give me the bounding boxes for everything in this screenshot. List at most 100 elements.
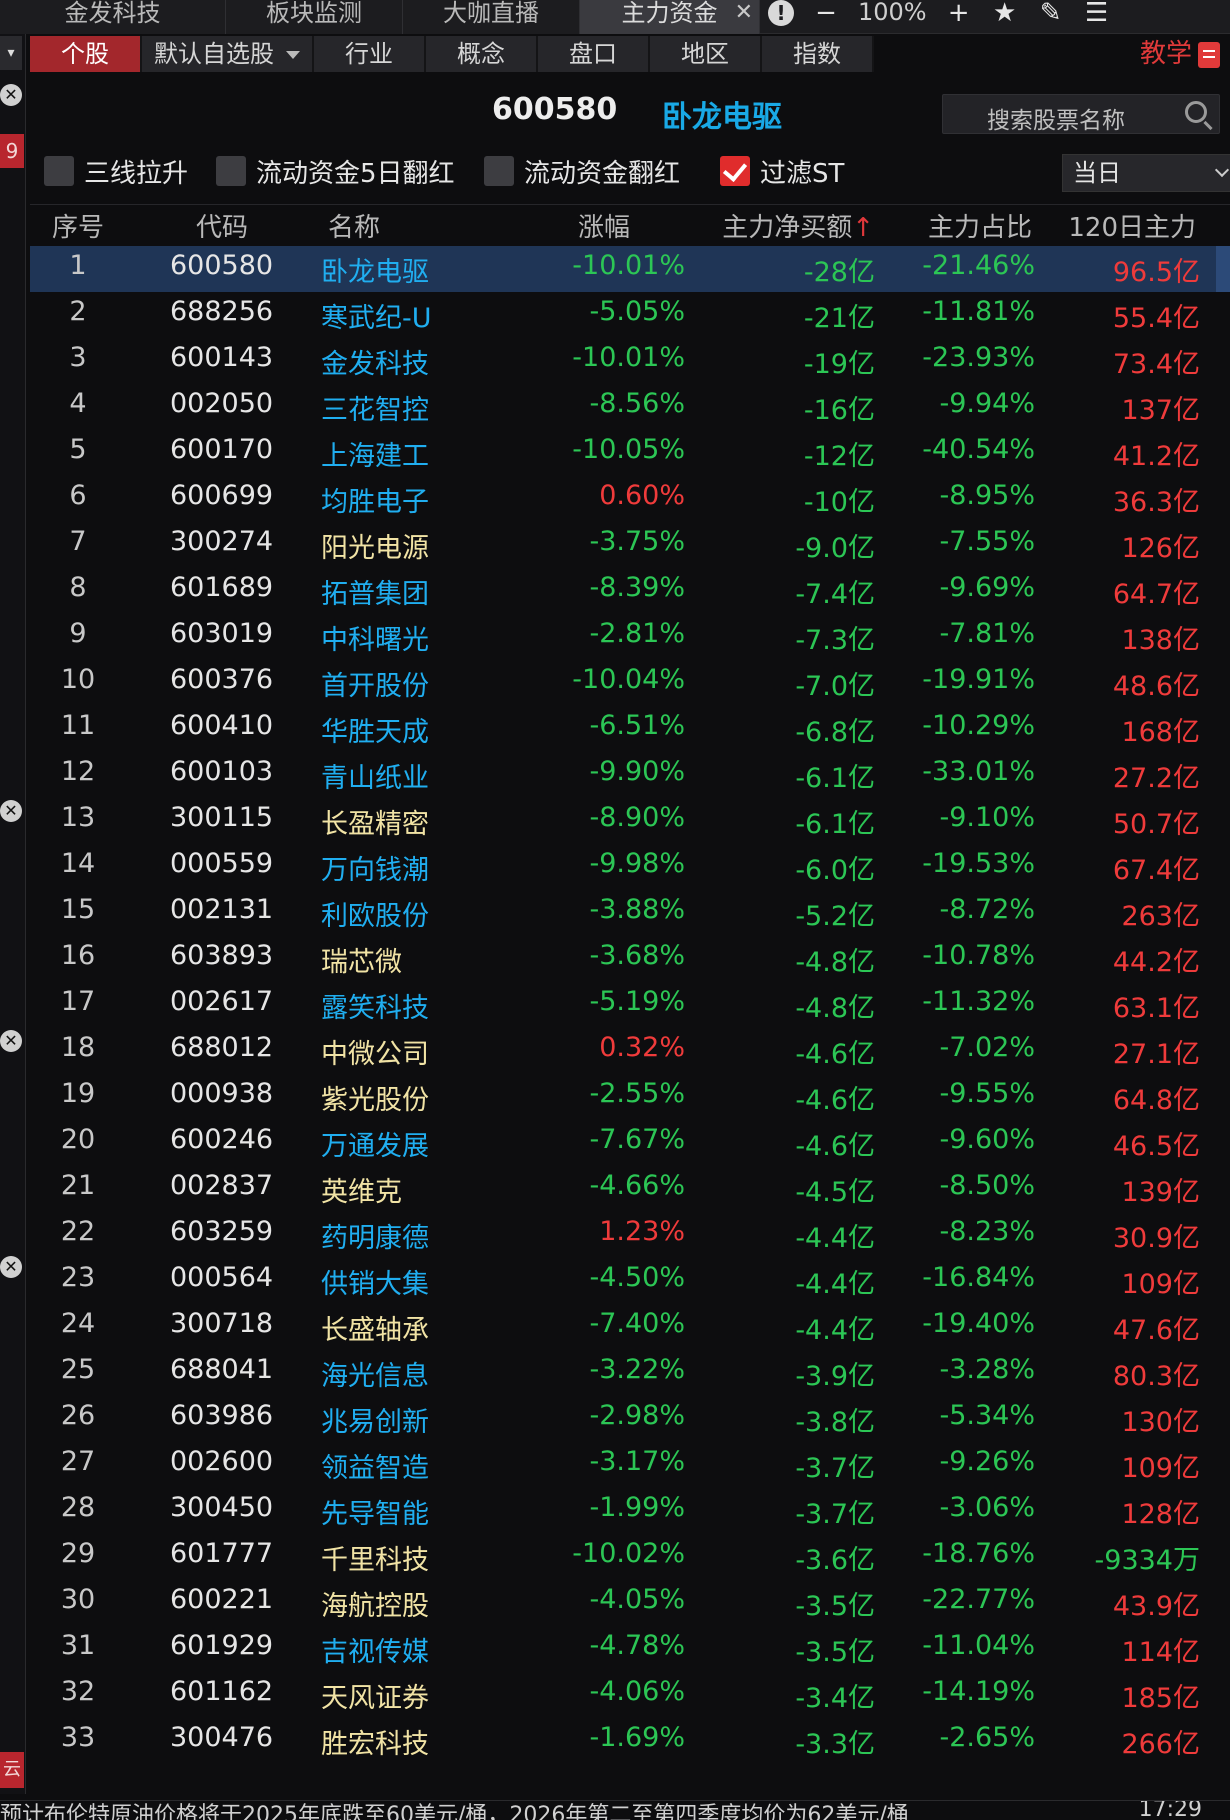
table-row[interactable]: 27 002600 领益智造 -3.17% -3.7亿 -9.26% 109亿 <box>30 1442 1230 1488</box>
table-row[interactable]: 5 600170 上海建工 -10.05% -12亿 -40.54% 41.2亿 <box>30 430 1230 476</box>
row-index: 31 <box>60 1630 96 1661</box>
news-ticker[interactable]: 预计布伦特原油价格将于2025年底跌至60美元/桶，2026年第二至第四季度均价… <box>0 1800 1230 1820</box>
top-tab-live[interactable]: 大咖直播 <box>403 0 580 34</box>
filter-st[interactable]: 过滤ST <box>720 154 844 189</box>
tab-industry[interactable]: 行业 <box>314 36 426 72</box>
close-icon[interactable]: ✕ <box>735 0 753 26</box>
col-net-buy[interactable]: 主力净买额↑ <box>722 207 874 244</box>
col-ratio[interactable]: 主力占比 <box>928 207 1032 244</box>
table-row[interactable]: 22 603259 药明康德 1.23% -4.4亿 -8.23% 30.9亿 <box>30 1212 1230 1258</box>
close-icon[interactable]: ✕ <box>0 1256 22 1278</box>
table-row[interactable]: 14 000559 万向钱潮 -9.98% -6.0亿 -19.53% 67.4亿 <box>30 844 1230 890</box>
row-ratio: -5.34% <box>939 1400 1035 1431</box>
row-120d: 64.8亿 <box>1112 1085 1200 1116</box>
top-tab-main-funds[interactable]: 主力资金 ✕ <box>580 0 760 34</box>
search-icon[interactable] <box>1185 101 1207 123</box>
row-index: 13 <box>60 802 96 833</box>
col-code[interactable]: 代码 <box>196 207 248 244</box>
row-index: 21 <box>60 1170 96 1201</box>
filter-5day-red[interactable]: 流动资金5日翻红 <box>216 154 455 189</box>
table-row[interactable]: 21 002837 英维克 -4.66% -4.5亿 -8.50% 139亿 <box>30 1166 1230 1212</box>
table-row[interactable]: 16 603893 瑞芯微 -3.68% -4.8亿 -10.78% 44.2亿 <box>30 936 1230 982</box>
top-tab-jinfa[interactable]: 金发科技 <box>0 0 226 34</box>
col-120d[interactable]: 120日主力 <box>1068 207 1196 244</box>
table-row[interactable]: 7 300274 阳光电源 -3.75% -9.0亿 -7.55% 126亿 <box>30 522 1230 568</box>
row-net-buy: -16亿 <box>803 395 875 426</box>
zoom-level: 100% <box>858 0 927 26</box>
table-row[interactable]: 1 600580 卧龙电驱 -10.01% -28亿 -21.46% 96.5亿 <box>30 246 1230 292</box>
zoom-in-icon[interactable]: + <box>945 0 973 28</box>
left-dropdown[interactable]: ▾ <box>0 36 22 70</box>
row-120d: 47.6亿 <box>1112 1315 1200 1346</box>
info-icon[interactable]: ! <box>768 0 794 26</box>
close-icon[interactable]: ✕ <box>0 1030 22 1052</box>
row-ratio: -3.06% <box>939 1492 1035 1523</box>
table-row[interactable]: 8 601689 拓普集团 -8.39% -7.4亿 -9.69% 64.7亿 <box>30 568 1230 614</box>
table-row[interactable]: 33 300476 胜宏科技 -1.69% -3.3亿 -2.65% 266亿 <box>30 1718 1230 1764</box>
table-row[interactable]: 15 002131 利欧股份 -3.88% -5.2亿 -8.72% 263亿 <box>30 890 1230 936</box>
table-row[interactable]: 10 600376 首开股份 -10.04% -7.0亿 -19.91% 48.6亿 <box>30 660 1230 706</box>
table-row[interactable]: 19 000938 紫光股份 -2.55% -4.6亿 -9.55% 64.8亿 <box>30 1074 1230 1120</box>
col-change[interactable]: 涨幅 <box>578 207 630 244</box>
table-row[interactable]: 12 600103 青山纸业 -9.90% -6.1亿 -33.01% 27.2亿 <box>30 752 1230 798</box>
table-row[interactable]: 28 300450 先导智能 -1.99% -3.7亿 -3.06% 128亿 <box>30 1488 1230 1534</box>
period-select[interactable]: 当日 <box>1062 154 1230 192</box>
table-row[interactable]: 31 601929 吉视传媒 -4.78% -3.5亿 -11.04% 114亿 <box>30 1626 1230 1672</box>
tab-individual-stocks[interactable]: 个股 <box>30 36 142 72</box>
tab-concept[interactable]: 概念 <box>426 36 538 72</box>
filter-three-line-rise[interactable]: 三线拉升 <box>44 154 188 189</box>
table-row[interactable]: 20 600246 万通发展 -7.67% -4.6亿 -9.60% 46.5亿 <box>30 1120 1230 1166</box>
row-index: 8 <box>69 572 87 603</box>
table-row[interactable]: 9 603019 中科曙光 -2.81% -7.3亿 -7.81% 138亿 <box>30 614 1230 660</box>
table-row[interactable]: 30 600221 海航控股 -4.05% -3.5亿 -22.77% 43.9亿 <box>30 1580 1230 1626</box>
tab-index[interactable]: 指数 <box>762 36 874 72</box>
col-name[interactable]: 名称 <box>328 207 380 244</box>
table-row[interactable]: 4 002050 三花智控 -8.56% -16亿 -9.94% 137亿 <box>30 384 1230 430</box>
row-change: -3.68% <box>589 940 685 971</box>
row-index: 33 <box>60 1722 96 1753</box>
tab-default-watchlist[interactable]: 默认自选股 <box>142 36 314 72</box>
checkbox[interactable] <box>44 156 74 186</box>
table-row[interactable]: 13 300115 长盈精密 -8.90% -6.1亿 -9.10% 50.7亿 <box>30 798 1230 844</box>
checkbox[interactable] <box>484 156 514 186</box>
table-row[interactable]: 32 601162 天风证券 -4.06% -3.4亿 -14.19% 185亿 <box>30 1672 1230 1718</box>
checkbox-checked[interactable] <box>720 156 750 186</box>
row-change: -2.81% <box>589 618 685 649</box>
row-120d: 185亿 <box>1121 1683 1200 1714</box>
table-row[interactable]: 3 600143 金发科技 -10.01% -19亿 -23.93% 73.4亿 <box>30 338 1230 384</box>
table-row[interactable]: 17 002617 露笑科技 -5.19% -4.8亿 -11.32% 63.1亿 <box>30 982 1230 1028</box>
search-input[interactable]: 搜索股票名称 <box>942 94 1220 134</box>
close-icon[interactable]: ✕ <box>0 800 22 822</box>
star-icon[interactable]: ★ <box>991 0 1019 28</box>
table-row[interactable]: 11 600410 华胜天成 -6.51% -6.8亿 -10.29% 168亿 <box>30 706 1230 752</box>
stock-header: 600580 卧龙电驱 搜索股票名称 <box>30 86 1230 136</box>
filter-flow-red[interactable]: 流动资金翻红 <box>484 154 680 189</box>
layout-icon[interactable]: ☰ <box>1083 0 1111 28</box>
row-ratio: -7.55% <box>939 526 1035 557</box>
table-row[interactable]: 24 300718 长盛轴承 -7.40% -4.4亿 -19.40% 47.6亿 <box>30 1304 1230 1350</box>
row-code: 688041 <box>170 1354 274 1385</box>
col-index[interactable]: 序号 <box>52 207 104 244</box>
checkbox[interactable] <box>216 156 246 186</box>
zoom-out-icon[interactable]: − <box>812 0 840 28</box>
teach-button[interactable]: 教学 <box>1140 36 1220 72</box>
row-code: 601689 <box>170 572 274 603</box>
table-row[interactable]: 6 600699 均胜电子 0.60% -10亿 -8.95% 36.3亿 <box>30 476 1230 522</box>
table-row[interactable]: 26 603986 兆易创新 -2.98% -3.8亿 -5.34% 130亿 <box>30 1396 1230 1442</box>
table-row[interactable]: 25 688041 海光信息 -3.22% -3.9亿 -3.28% 80.3亿 <box>30 1350 1230 1396</box>
row-net-buy: -3.6亿 <box>795 1545 875 1576</box>
row-name: 英维克 <box>321 1177 402 1208</box>
row-index: 7 <box>69 526 87 557</box>
row-120d: 43.9亿 <box>1112 1591 1200 1622</box>
tab-region[interactable]: 地区 <box>650 36 762 72</box>
row-ratio: -19.40% <box>922 1308 1035 1339</box>
table-row[interactable]: 18 688012 中微公司 0.32% -4.6亿 -7.02% 27.1亿 <box>30 1028 1230 1074</box>
stock-name[interactable]: 卧龙电驱 <box>662 92 782 136</box>
top-tab-sector-monitor[interactable]: 板块监测 <box>226 0 403 34</box>
table-row[interactable]: 29 601777 千里科技 -10.02% -3.6亿 -18.76% -9334万 <box>30 1534 1230 1580</box>
table-row[interactable]: 2 688256 寒武纪-U -5.05% -21亿 -11.81% 55.4亿 <box>30 292 1230 338</box>
edit-icon[interactable]: ✎ <box>1037 0 1065 28</box>
tab-order-book[interactable]: 盘口 <box>538 36 650 72</box>
table-row[interactable]: 23 000564 供销大集 -4.50% -4.4亿 -16.84% 109亿 <box>30 1258 1230 1304</box>
close-icon[interactable]: ✕ <box>0 84 22 106</box>
